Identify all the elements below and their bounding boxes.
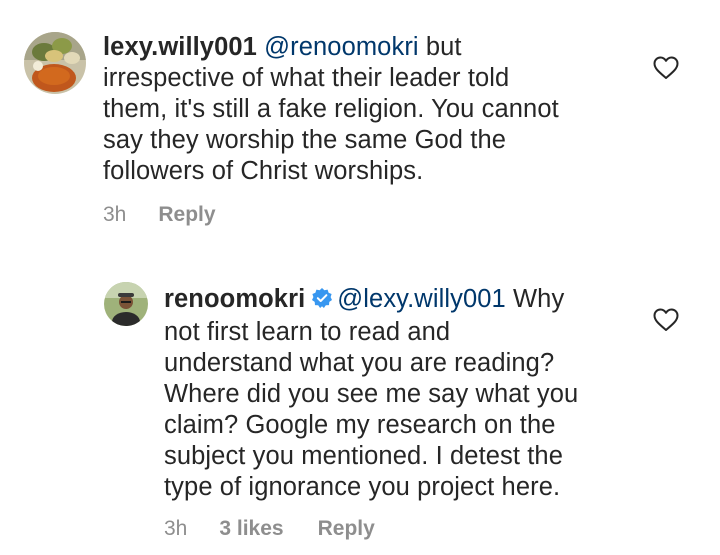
comment-text-line: but xyxy=(418,33,462,61)
comment-text-line: them, it's still a fake religion. You ca… xyxy=(103,95,559,123)
avatar[interactable] xyxy=(24,32,86,94)
comment-text-line: subject you mentioned. I detest the xyxy=(164,442,563,470)
heart-outline-icon[interactable] xyxy=(653,308,679,332)
likes-count[interactable]: 3 likes xyxy=(219,517,283,541)
comment-text-line: type of ignorance you project here. xyxy=(164,473,561,501)
comment-mention[interactable]: @lexy.willy001 xyxy=(337,285,506,313)
comment-meta: 3h 3 likes Reply xyxy=(164,517,375,541)
comment-meta: 3h Reply xyxy=(103,203,216,227)
comment-text: renoomokri @lexy.willy001 Why not first … xyxy=(164,284,664,503)
comment-text-line: claim? Google my research on the xyxy=(164,411,556,439)
comment-username[interactable]: renoomokri xyxy=(164,285,305,313)
verified-badge-icon xyxy=(311,286,333,317)
comment-text-line: not first learn to read and xyxy=(164,318,451,346)
reply-comment: renoomokri @lexy.willy001 Why not first … xyxy=(0,250,720,555)
comment-text-line: followers of Christ worships. xyxy=(103,157,424,185)
comment-text-line: Where did you see me say what you xyxy=(164,380,579,408)
comment: lexy.willy001 @renoomokri but irrespecti… xyxy=(0,0,720,250)
avatar[interactable] xyxy=(104,282,148,326)
comment-mention[interactable]: @renoomokri xyxy=(264,33,419,61)
comment-text-line: Why xyxy=(505,285,565,313)
comment-text-line: say they worship the same God the xyxy=(103,126,507,154)
comment-text-line: irrespective of what their leader told xyxy=(103,64,510,92)
reply-button[interactable]: Reply xyxy=(158,203,215,227)
heart-outline-icon[interactable] xyxy=(653,56,679,80)
comment-username[interactable]: lexy.willy001 xyxy=(103,33,257,61)
comment-text-line: understand what you are reading? xyxy=(164,349,555,377)
comment-timestamp: 3h xyxy=(164,517,188,540)
comment-text: lexy.willy001 @renoomokri but irrespecti… xyxy=(103,32,663,187)
comment-timestamp: 3h xyxy=(103,203,127,226)
reply-button[interactable]: Reply xyxy=(318,517,375,541)
